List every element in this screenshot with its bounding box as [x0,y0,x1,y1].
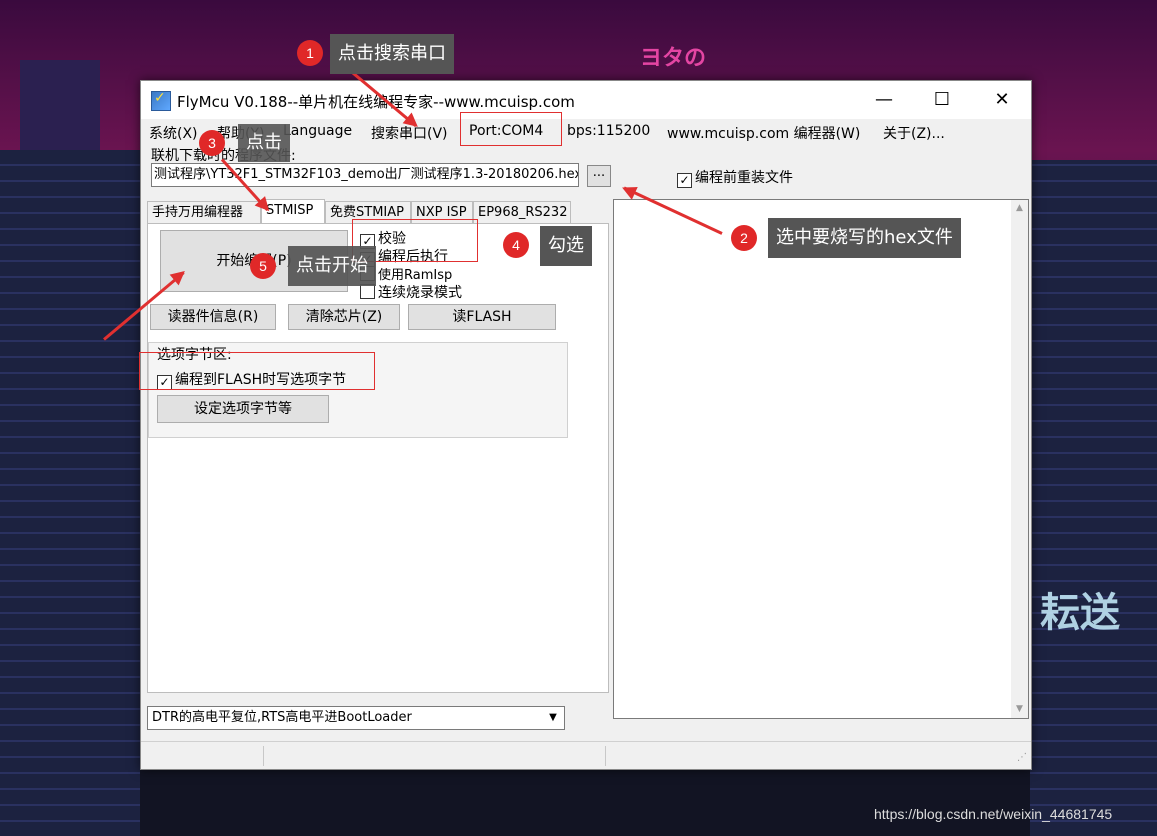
step5-tip: 点击开始 [288,246,376,286]
flymcu-window: FlyMcu V0.188--单片机在线编程专家--www.mcuisp.com… [140,80,1032,770]
step1-tip: 点击搜索串口 [330,34,454,74]
reset-mode-value: DTR的高电平复位,RTS高电平进BootLoader [152,710,412,725]
maximize-button[interactable]: ☐ [919,81,965,119]
title-bar: FlyMcu V0.188--单片机在线编程专家--www.mcuisp.com… [141,81,1031,119]
step3-tip: 点击 [238,124,290,162]
highlight-port [460,112,562,146]
step1-badge: 1 [297,40,323,66]
chevron-down-icon: ▼ [549,712,557,723]
read-flash-button[interactable]: 读FLASH [408,304,556,330]
hex-file-path[interactable]: 测试程序\YT32F1_STM32F103_demo出厂测试程序1.3-2018… [151,163,579,187]
close-button[interactable]: ✕ [979,81,1025,119]
stmisp-panel: 开始编程(P) ✓校验 ✓编程后执行 使用RamIsp 连续烧录模式 读器件信息… [147,223,609,693]
step3-badge: 3 [199,130,225,156]
menu-about[interactable]: 关于(Z)... [883,123,945,143]
menu-baudrate[interactable]: bps:115200 [567,123,650,139]
menu-language[interactable]: Language [283,123,352,139]
erase-chip-button[interactable]: 清除芯片(Z) [288,304,400,330]
read-info-button[interactable]: 读器件信息(R) [150,304,276,330]
menu-programmer[interactable]: www.mcuisp.com 编程器(W) [667,123,860,143]
reload-file-label: 编程前重装文件 [695,170,793,186]
app-logo-icon [151,90,171,111]
minimize-button[interactable]: — [861,81,907,119]
reload-file-checkbox[interactable]: ✓ 编程前重装文件 [677,167,793,188]
tab-ep968[interactable]: EP968_RS232 [473,201,571,223]
ramisp-label: 使用RamIsp [378,268,453,283]
resize-grip-icon: ⋰ [1017,752,1027,763]
scroll-down-icon[interactable]: ▼ [1011,701,1028,718]
scroll-up-icon[interactable]: ▲ [1011,200,1028,217]
continuous-check-icon [360,284,375,299]
status-divider [263,746,264,766]
browse-button[interactable]: ... [587,165,611,187]
status-bar: ⋰ [141,741,1031,770]
menu-system[interactable]: 系统(X) [149,123,198,143]
log-scrollbar[interactable]: ▲ ▼ [1011,200,1028,718]
reload-check-icon: ✓ [677,173,692,188]
highlight-option-write [139,352,375,390]
step4-tip: 勾选 [540,226,592,266]
step5-badge: 5 [250,253,276,279]
log-output[interactable]: ▲ ▼ [613,199,1029,719]
reset-mode-select[interactable]: DTR的高电平复位,RTS高电平进BootLoader ▼ [147,706,565,730]
step2-badge: 2 [731,225,757,251]
set-option-bytes-button[interactable]: 设定选项字节等 [157,395,329,423]
tab-handheld[interactable]: 手持万用编程器 [147,201,261,223]
step2-tip: 选中要烧写的hex文件 [768,218,961,258]
status-divider [605,746,606,766]
watermark: https://blog.csdn.net/weixin_44681745 [874,806,1113,822]
step4-badge: 4 [503,232,529,258]
continuous-label: 连续烧录模式 [378,285,462,301]
